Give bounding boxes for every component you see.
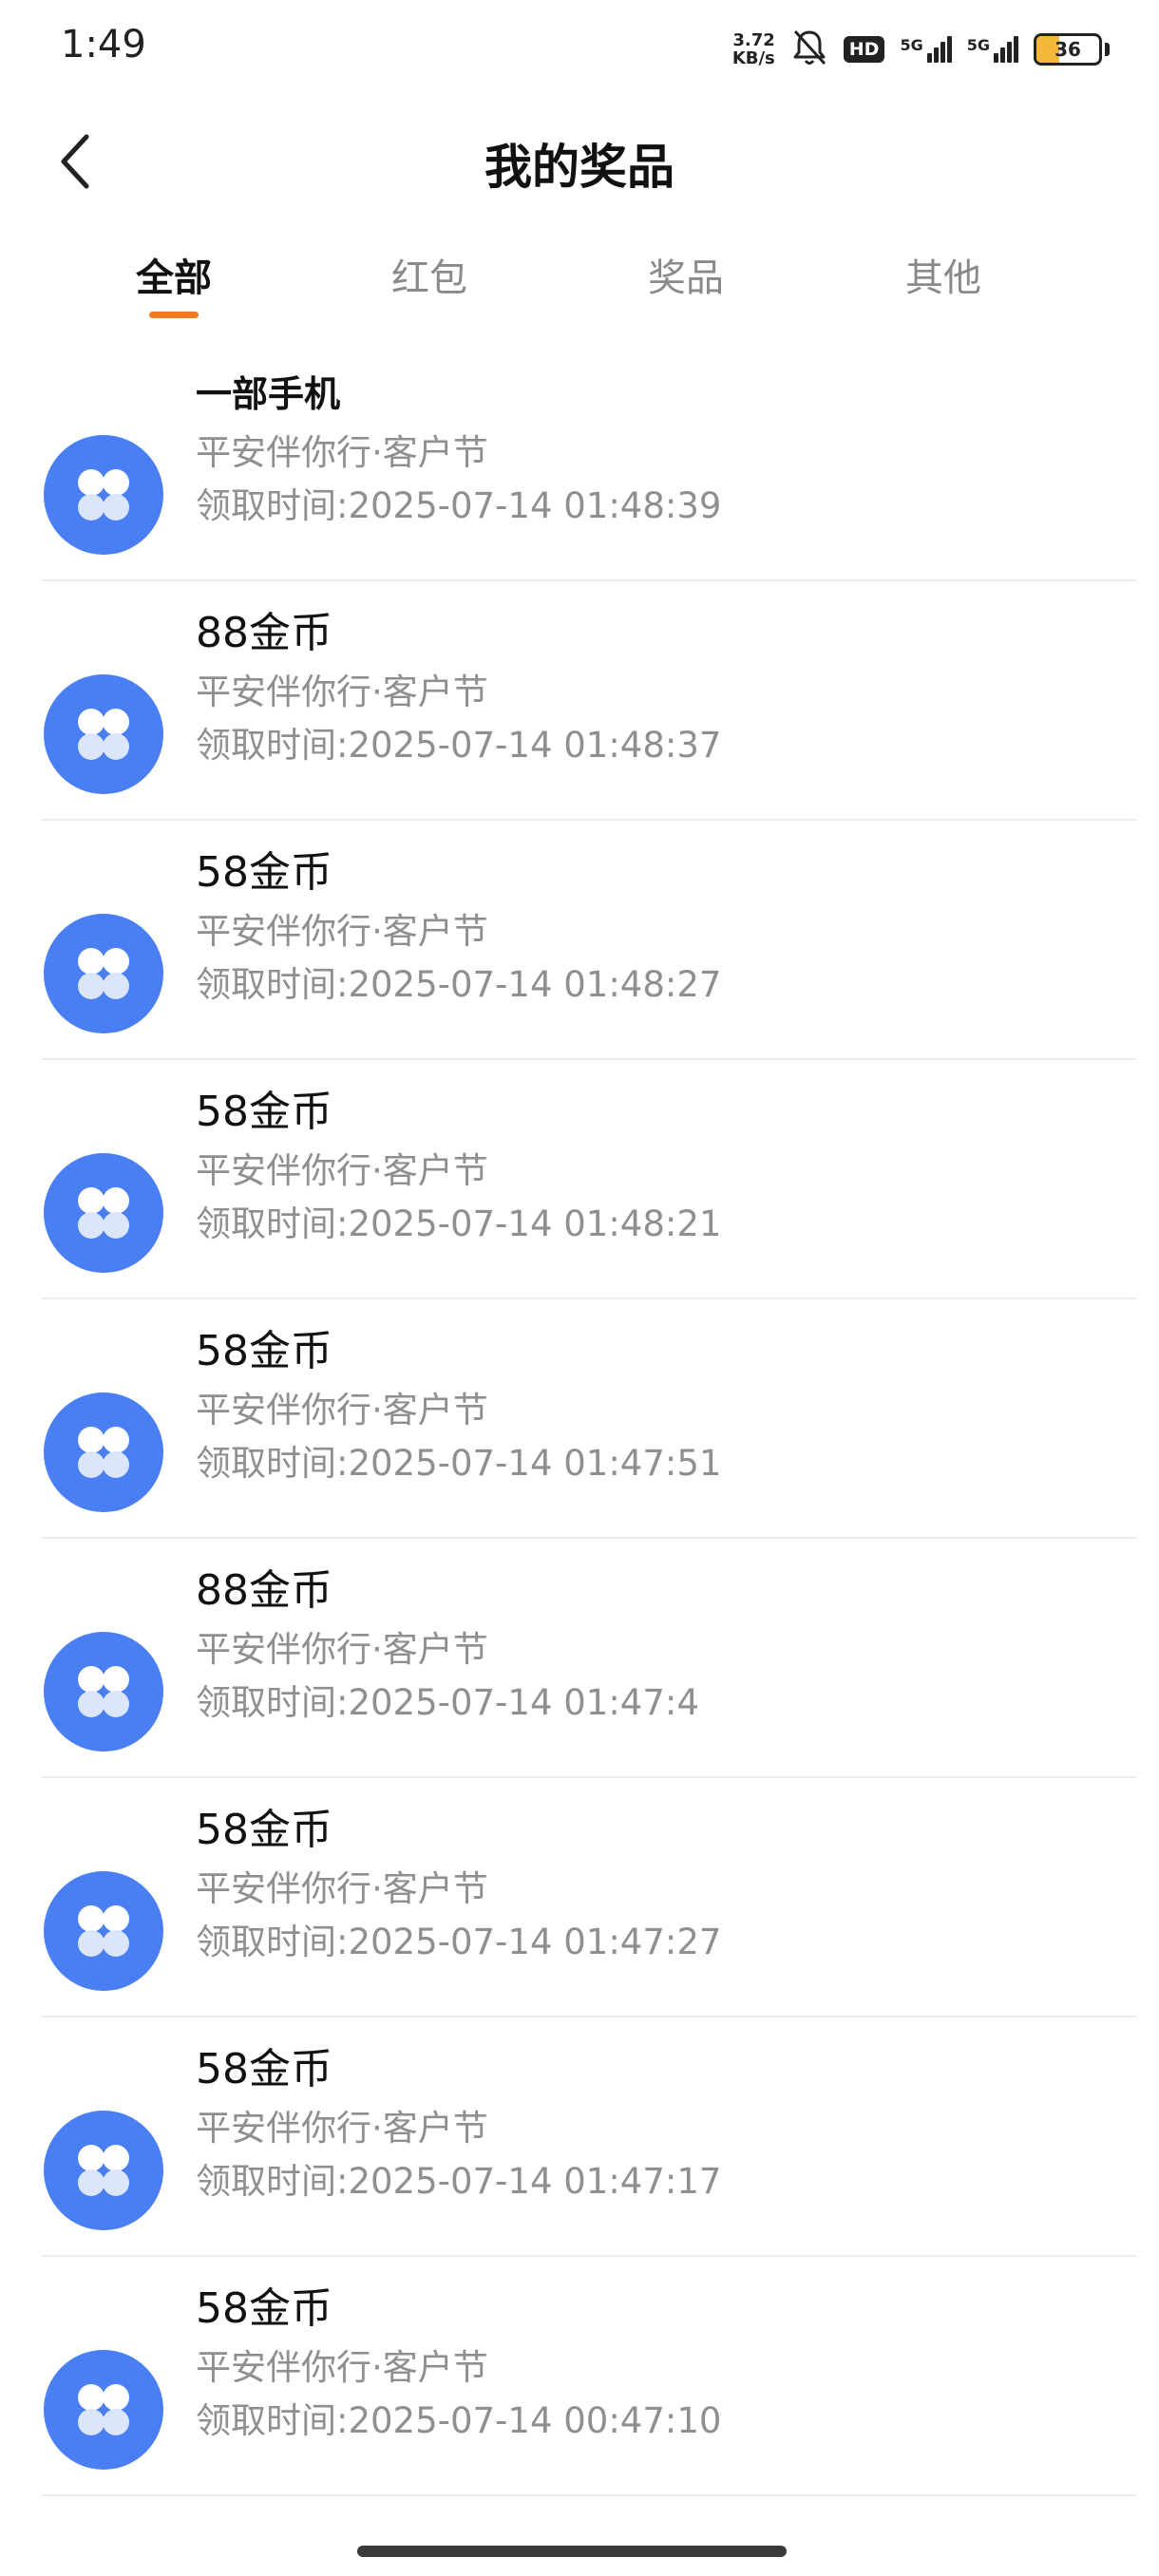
prize-source: 平安伴你行·客户节 [196, 1629, 488, 1670]
prize-page: 1:49 3.72 KB/s HD 5G 5G 36 我的奖品 全部 红包 奖品… [0, 0, 1159, 2576]
prize-name: 58金币 [196, 1327, 332, 1375]
four-petal-icon [44, 1153, 163, 1273]
prize-time: 领取时间:2025-07-14 01:48:27 [196, 964, 722, 1005]
tab-prizes[interactable]: 奖品 [591, 247, 781, 302]
prize-source: 平安伴你行·客户节 [196, 672, 488, 712]
prize-time: 领取时间:2025-07-14 01:48:21 [196, 1203, 722, 1244]
prize-name: 58金币 [196, 848, 332, 897]
prize-source: 平安伴你行·客户节 [196, 432, 488, 473]
four-petal-icon [44, 1871, 163, 1991]
battery-level: 36 [1054, 38, 1081, 61]
tab-red-packets[interactable]: 红包 [334, 247, 524, 302]
list-item[interactable]: 88金币 平安伴你行·客户节 领取时间:2025-07-14 01:47:4 [0, 1539, 1159, 1778]
prize-name: 58金币 [196, 2045, 332, 2093]
prize-time: 领取时间:2025-07-14 01:47:4 [196, 1682, 699, 1723]
status-icons: 3.72 KB/s HD 5G 5G 36 [732, 25, 1110, 74]
page-header: 我的奖品 [0, 104, 1159, 218]
four-petal-icon [44, 2111, 163, 2230]
home-indicator[interactable] [357, 2546, 787, 2557]
signal-sim1-icon: 5G [900, 36, 952, 63]
four-petal-icon [44, 435, 163, 555]
prize-list: 一部手机 平安伴你行·客户节 领取时间:2025-07-14 01:48:39 … [0, 342, 1159, 2496]
list-item[interactable]: 88金币 平安伴你行·客户节 领取时间:2025-07-14 01:48:37 [0, 581, 1159, 821]
list-item[interactable]: 58金币 平安伴你行·客户节 领取时间:2025-07-14 00:47:10 [0, 2257, 1159, 2496]
tab-all[interactable]: 全部 [79, 247, 269, 302]
network-speed: 3.72 KB/s [732, 31, 775, 67]
tab-bar: 全部 红包 奖品 其他 [0, 237, 1159, 332]
prize-source: 平安伴你行·客户节 [196, 2347, 488, 2388]
list-item[interactable]: 58金币 平安伴你行·客户节 领取时间:2025-07-14 01:47:17 [0, 2017, 1159, 2257]
prize-time: 领取时间:2025-07-14 00:47:10 [196, 2400, 722, 2441]
page-title: 我的奖品 [484, 140, 674, 195]
tab-other[interactable]: 其他 [848, 247, 1038, 302]
prize-time: 领取时间:2025-07-14 01:47:27 [196, 1922, 722, 1962]
prize-name: 88金币 [196, 1566, 332, 1615]
network-speed-value: 3.72 [732, 30, 775, 50]
prize-time: 领取时间:2025-07-14 01:47:51 [196, 1443, 722, 1484]
tab-active-indicator [149, 312, 199, 318]
prize-name: 一部手机 [196, 373, 341, 415]
four-petal-icon [44, 674, 163, 794]
prize-source: 平安伴你行·客户节 [196, 911, 488, 952]
four-petal-icon [44, 1392, 163, 1512]
prize-name: 58金币 [196, 1088, 332, 1136]
sim1-label: 5G [900, 36, 923, 54]
four-petal-icon [44, 2350, 163, 2470]
prize-source: 平安伴你行·客户节 [196, 1150, 488, 1191]
four-petal-icon [44, 914, 163, 1033]
sim2-label: 5G [966, 36, 990, 54]
list-item[interactable]: 58金币 平安伴你行·客户节 领取时间:2025-07-14 01:48:27 [0, 821, 1159, 1060]
battery-icon: 36 [1034, 33, 1102, 66]
battery-nub [1105, 43, 1110, 56]
signal-sim2-icon: 5G [967, 36, 1018, 63]
prize-time: 领取时间:2025-07-14 01:47:17 [196, 2161, 722, 2202]
prize-source: 平安伴你行·客户节 [196, 2108, 488, 2149]
hd-badge: HD [843, 36, 885, 63]
four-petal-icon [44, 1632, 163, 1752]
prize-name: 58金币 [196, 1806, 332, 1854]
list-item[interactable]: 一部手机 平安伴你行·客户节 领取时间:2025-07-14 01:48:39 [0, 342, 1159, 581]
status-bar: 1:49 3.72 KB/s HD 5G 5G 36 [0, 0, 1159, 95]
bell-muted-icon [790, 28, 828, 71]
list-item[interactable]: 58金币 平安伴你行·客户节 领取时间:2025-07-14 01:47:51 [0, 1299, 1159, 1539]
prize-name: 58金币 [196, 2284, 332, 2333]
prize-time: 领取时间:2025-07-14 01:48:39 [196, 485, 722, 526]
network-speed-unit: KB/s [732, 48, 775, 68]
prize-name: 88金币 [196, 609, 332, 657]
prize-time: 领取时间:2025-07-14 01:48:37 [196, 725, 722, 766]
prize-source: 平安伴你行·客户节 [196, 1868, 488, 1909]
list-item[interactable]: 58金币 平安伴你行·客户节 领取时间:2025-07-14 01:47:27 [0, 1778, 1159, 2017]
list-item[interactable]: 58金币 平安伴你行·客户节 领取时间:2025-07-14 01:48:21 [0, 1060, 1159, 1299]
status-time: 1:49 [61, 23, 146, 66]
prize-source: 平安伴你行·客户节 [196, 1390, 488, 1430]
